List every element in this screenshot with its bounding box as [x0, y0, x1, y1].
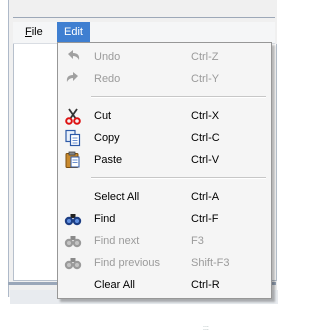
menu-file[interactable]: File: [19, 22, 49, 43]
resize-grip[interactable]: :::: [203, 325, 211, 332]
edit-menu-dropdown: Undo Ctrl-Z Redo Ctrl-Y Cut Ctrl-X Copy …: [57, 42, 272, 299]
menu-item-select-all[interactable]: Select All Ctrl-A: [58, 186, 271, 208]
find-previous-label: Find previous: [94, 257, 161, 269]
cut-label: Cut: [94, 110, 112, 122]
menu-item-redo[interactable]: Redo Ctrl-Y: [58, 68, 271, 90]
undo-icon: [64, 48, 82, 66]
cut-shortcut: Ctrl-X: [191, 110, 220, 122]
find-label: Find: [94, 213, 116, 225]
menu-bar: File Edit: [13, 22, 275, 44]
menu-separator: [91, 177, 266, 179]
file-label-rest: ile: [31, 26, 43, 38]
paste-shortcut: Ctrl-V: [191, 154, 220, 166]
menu-item-copy[interactable]: Copy Ctrl-C: [58, 127, 271, 149]
paste-icon: [64, 151, 82, 169]
menu-separator: [91, 96, 266, 98]
undo-label: Undo: [94, 51, 121, 63]
find-next-shortcut: F3: [191, 235, 204, 247]
menu-item-find[interactable]: Find Ctrl-F: [58, 208, 271, 230]
menu-item-find-next[interactable]: Find next F3: [58, 230, 271, 252]
select-all-shortcut: Ctrl-A: [191, 191, 220, 203]
find-next-label: Find next: [94, 235, 140, 247]
copy-label: Copy: [94, 132, 120, 144]
menu-item-undo[interactable]: Undo Ctrl-Z: [58, 46, 271, 68]
binoculars-icon: [64, 232, 82, 250]
menu-item-clear-all[interactable]: Clear All Ctrl-R: [58, 274, 271, 296]
title-divider: [13, 17, 275, 18]
copy-icon: [64, 129, 82, 147]
scissors-icon: [64, 107, 82, 125]
binoculars-icon: [64, 210, 82, 228]
redo-label: Redo: [94, 73, 121, 85]
menu-item-cut[interactable]: Cut Ctrl-X: [58, 105, 271, 127]
find-shortcut: Ctrl-F: [191, 213, 219, 225]
find-previous-shortcut: Shift-F3: [191, 257, 230, 269]
menu-item-paste[interactable]: Paste Ctrl-V: [58, 149, 271, 171]
clear-all-label: Clear All: [94, 279, 135, 291]
copy-shortcut: Ctrl-C: [191, 132, 220, 144]
undo-shortcut: Ctrl-Z: [191, 51, 219, 63]
select-all-label: Select All: [94, 191, 140, 203]
paste-label: Paste: [94, 154, 123, 166]
binoculars-icon: [64, 254, 82, 272]
menu-item-find-previous[interactable]: Find previous Shift-F3: [58, 252, 271, 274]
clear-all-shortcut: Ctrl-R: [191, 279, 220, 291]
redo-shortcut: Ctrl-Y: [191, 73, 220, 85]
menu-edit[interactable]: Edit: [57, 22, 90, 43]
file-mnemonic: F: [25, 26, 32, 38]
redo-icon: [64, 70, 82, 88]
